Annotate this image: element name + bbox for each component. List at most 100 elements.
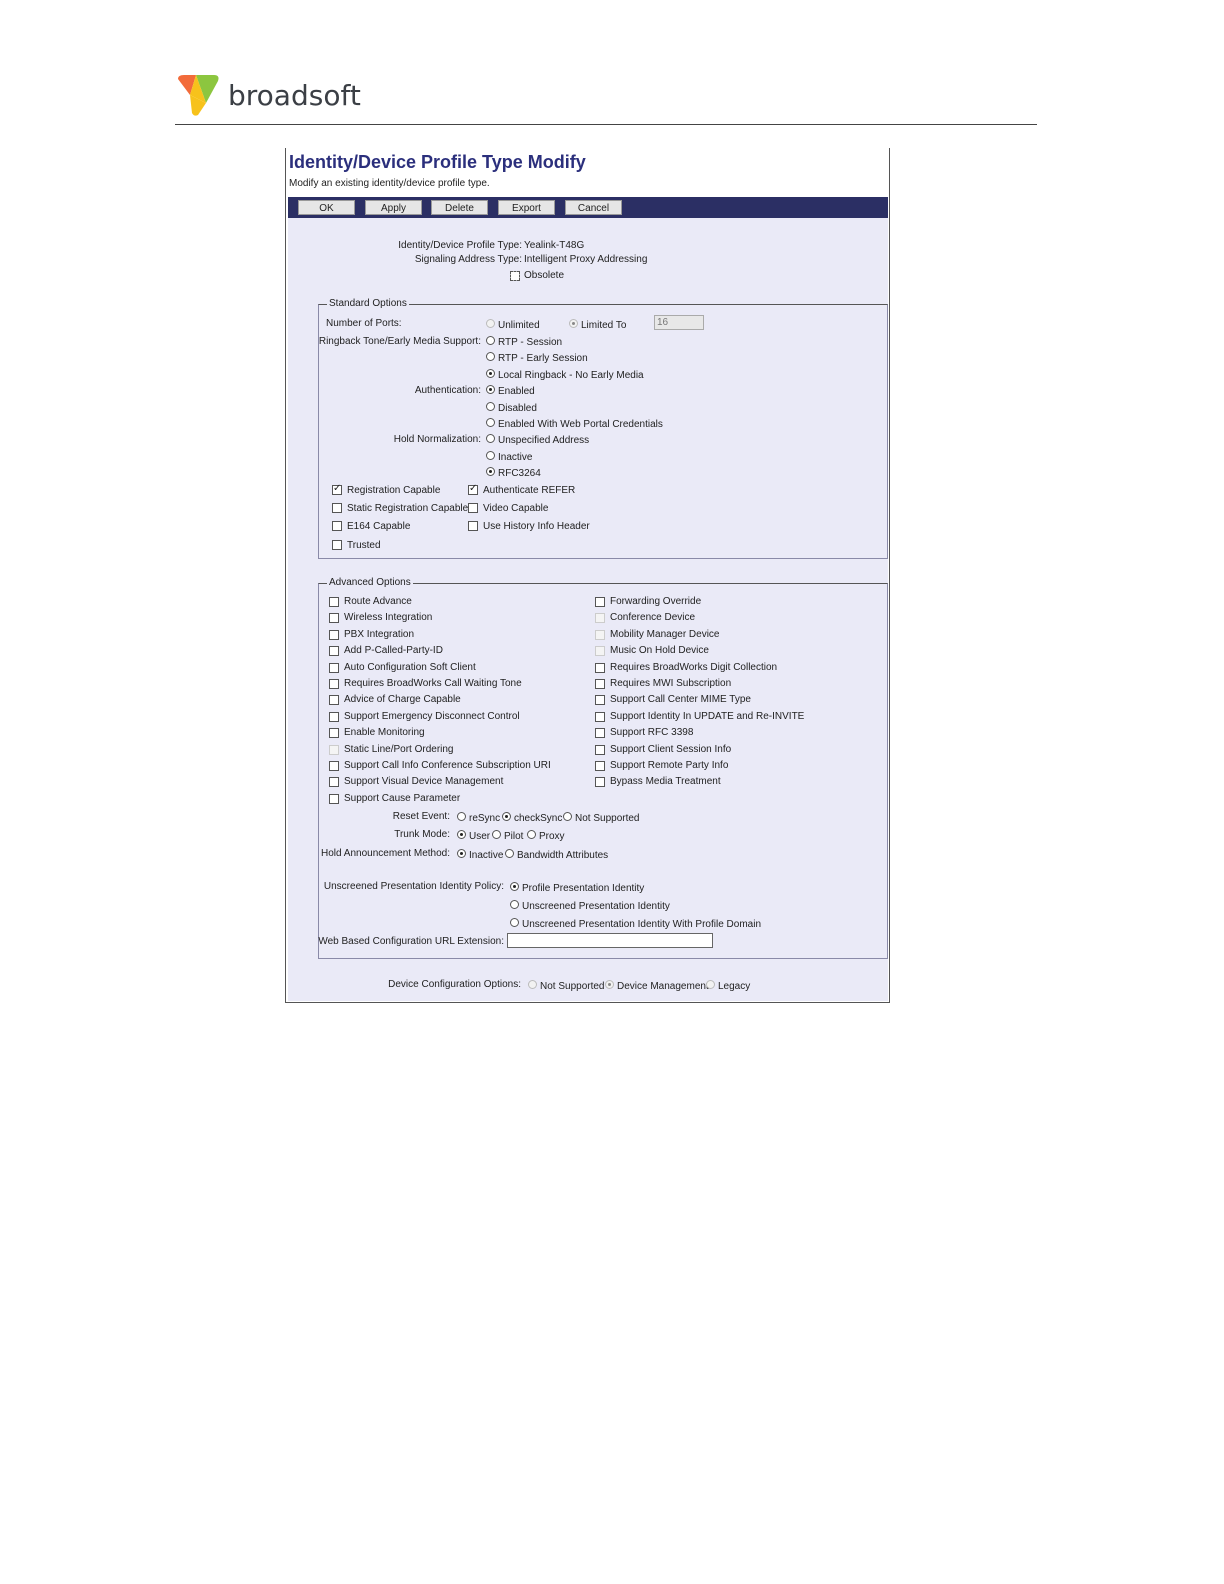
unlimited-radio[interactable] xyxy=(486,319,495,328)
trunk-pilot-radio[interactable] xyxy=(492,830,501,839)
rtp-early-session-radio[interactable] xyxy=(486,352,495,361)
e164-capable-checkbox[interactable] xyxy=(332,521,342,531)
support-remote-party-info-checkbox[interactable] xyxy=(595,761,605,771)
unscreened-presentation-radio[interactable] xyxy=(510,900,519,909)
support-remote-party-info-label: Support Remote Party Info xyxy=(610,760,729,771)
signaling-address-label: Signaling Address Type: xyxy=(414,254,522,265)
support-identity-in-update-and-re-invite-checkbox[interactable] xyxy=(595,712,605,722)
auto-configuration-soft-client-label: Auto Configuration Soft Client xyxy=(344,662,476,673)
support-cause-parameter-label: Support Cause Parameter xyxy=(344,793,461,804)
static-line-port-ordering-label: Static Line/Port Ordering xyxy=(344,744,454,755)
add-p-called-party-id-checkbox[interactable] xyxy=(329,646,339,656)
limited-to-label: Limited To xyxy=(581,320,627,331)
static-registration-checkbox[interactable] xyxy=(332,503,342,513)
profile-presentation-radio[interactable] xyxy=(510,882,519,891)
enable-monitoring-checkbox[interactable] xyxy=(329,728,339,738)
support-client-session-info-label: Support Client Session Info xyxy=(610,744,732,755)
conference-device-checkbox[interactable] xyxy=(595,613,605,623)
rtp-early-session-label: RTP - Early Session xyxy=(498,353,588,364)
ok-button[interactable]: OK xyxy=(298,200,355,215)
unscreened-presentation-label: Unscreened Presentation Identity xyxy=(522,901,670,912)
video-capable-label: Video Capable xyxy=(483,503,549,514)
page-title: Identity/Device Profile Type Modify xyxy=(289,152,586,172)
history-info-checkbox[interactable] xyxy=(468,521,478,531)
add-p-called-party-id-label: Add P-Called-Party-ID xyxy=(344,645,443,656)
requires-mwi-subscription-checkbox[interactable] xyxy=(595,679,605,689)
reset-not-supported-label: Not Supported xyxy=(575,813,640,824)
delete-button[interactable]: Delete xyxy=(431,200,488,215)
ports-input[interactable]: 16 xyxy=(654,315,704,330)
trunk-user-radio[interactable] xyxy=(457,830,466,839)
hold-ann-bandwidth-radio[interactable] xyxy=(505,849,514,858)
music-on-hold-device-label: Music On Hold Device xyxy=(610,645,709,656)
wireless-integration-checkbox[interactable] xyxy=(329,613,339,623)
pbx-integration-checkbox[interactable] xyxy=(329,630,339,640)
forwarding-override-label: Forwarding Override xyxy=(610,596,702,607)
support-emergency-disconnect-control-checkbox[interactable] xyxy=(329,712,339,722)
auth-disabled-radio[interactable] xyxy=(486,402,495,411)
auth-enabled-radio[interactable] xyxy=(486,385,495,394)
support-rfc-3398-checkbox[interactable] xyxy=(595,728,605,738)
hold-rfc3264-radio[interactable] xyxy=(486,467,495,476)
web-url-extension-label: Web Based Configuration URL Extension: xyxy=(318,936,504,947)
unlimited-label: Unlimited xyxy=(498,320,540,331)
requires-mwi-subscription-label: Requires MWI Subscription xyxy=(610,678,732,689)
bypass-media-treatment-checkbox[interactable] xyxy=(595,777,605,787)
auth-web-portal-label: Enabled With Web Portal Credentials xyxy=(498,419,663,430)
route-advance-label: Route Advance xyxy=(344,596,412,607)
route-advance-checkbox[interactable] xyxy=(329,597,339,607)
requires-broadworks-call-waiting-tone-checkbox[interactable] xyxy=(329,679,339,689)
trunk-proxy-radio[interactable] xyxy=(527,830,536,839)
enable-monitoring-label: Enable Monitoring xyxy=(344,727,425,738)
video-capable-checkbox[interactable] xyxy=(468,503,478,513)
advice-of-charge-capable-label: Advice of Charge Capable xyxy=(344,694,461,705)
support-client-session-info-checkbox[interactable] xyxy=(595,745,605,755)
authentication-label: Authentication: xyxy=(414,385,481,396)
web-url-extension-input[interactable] xyxy=(507,933,713,948)
reset-not-supported-radio[interactable] xyxy=(563,812,572,821)
history-info-label: Use History Info Header xyxy=(483,521,590,532)
support-visual-device-management-checkbox[interactable] xyxy=(329,777,339,787)
profile-type-label: Identity/Device Profile Type: xyxy=(398,240,522,251)
registration-capable-checkbox[interactable] xyxy=(332,483,342,495)
local-ringback-radio[interactable] xyxy=(486,369,495,378)
toolbar: OK Apply Delete Export Cancel xyxy=(288,197,888,218)
legacy-radio[interactable] xyxy=(706,980,715,989)
auth-web-portal-radio[interactable] xyxy=(486,418,495,427)
support-call-center-mime-type-label: Support Call Center MIME Type xyxy=(610,694,751,705)
support-cause-parameter-checkbox[interactable] xyxy=(329,794,339,804)
hold-unspecified-radio[interactable] xyxy=(486,434,495,443)
device-config-not-supported-radio[interactable] xyxy=(528,980,537,989)
authenticate-refer-checkbox[interactable] xyxy=(468,483,478,495)
number-of-ports-label: Number of Ports: xyxy=(326,318,402,329)
unscreened-domain-radio[interactable] xyxy=(510,918,519,927)
music-on-hold-device-checkbox[interactable] xyxy=(595,646,605,656)
trunk-pilot-label: Pilot xyxy=(504,831,524,842)
legacy-label: Legacy xyxy=(718,981,751,992)
trusted-checkbox[interactable] xyxy=(332,540,342,550)
unscreened-domain-label: Unscreened Presentation Identity With Pr… xyxy=(522,919,762,930)
apply-button[interactable]: Apply xyxy=(365,200,422,215)
requires-broadworks-digit-collection-checkbox[interactable] xyxy=(595,663,605,673)
support-call-center-mime-type-checkbox[interactable] xyxy=(595,695,605,705)
support-call-info-conference-subscription-uri-checkbox[interactable] xyxy=(329,761,339,771)
mobility-manager-device-checkbox[interactable] xyxy=(595,630,605,640)
static-registration-label: Static Registration Capable xyxy=(347,503,469,514)
hold-rfc3264-label: RFC3264 xyxy=(498,468,541,479)
hold-ann-inactive-radio[interactable] xyxy=(457,849,466,858)
export-button[interactable]: Export xyxy=(498,200,555,215)
limited-to-radio[interactable] xyxy=(569,319,578,328)
trunk-proxy-label: Proxy xyxy=(539,831,565,842)
rtp-session-radio[interactable] xyxy=(486,336,495,345)
static-line-port-ordering-checkbox[interactable] xyxy=(329,745,339,755)
hold-inactive-radio[interactable] xyxy=(486,451,495,460)
e164-capable-label: E164 Capable xyxy=(347,521,411,532)
obsolete-checkbox[interactable] xyxy=(510,271,520,281)
auto-configuration-soft-client-checkbox[interactable] xyxy=(329,663,339,673)
resync-radio[interactable] xyxy=(457,812,466,821)
forwarding-override-checkbox[interactable] xyxy=(595,597,605,607)
checksync-radio[interactable] xyxy=(502,812,511,821)
cancel-button[interactable]: Cancel xyxy=(565,200,622,215)
advice-of-charge-capable-checkbox[interactable] xyxy=(329,695,339,705)
device-management-radio[interactable] xyxy=(605,980,614,989)
